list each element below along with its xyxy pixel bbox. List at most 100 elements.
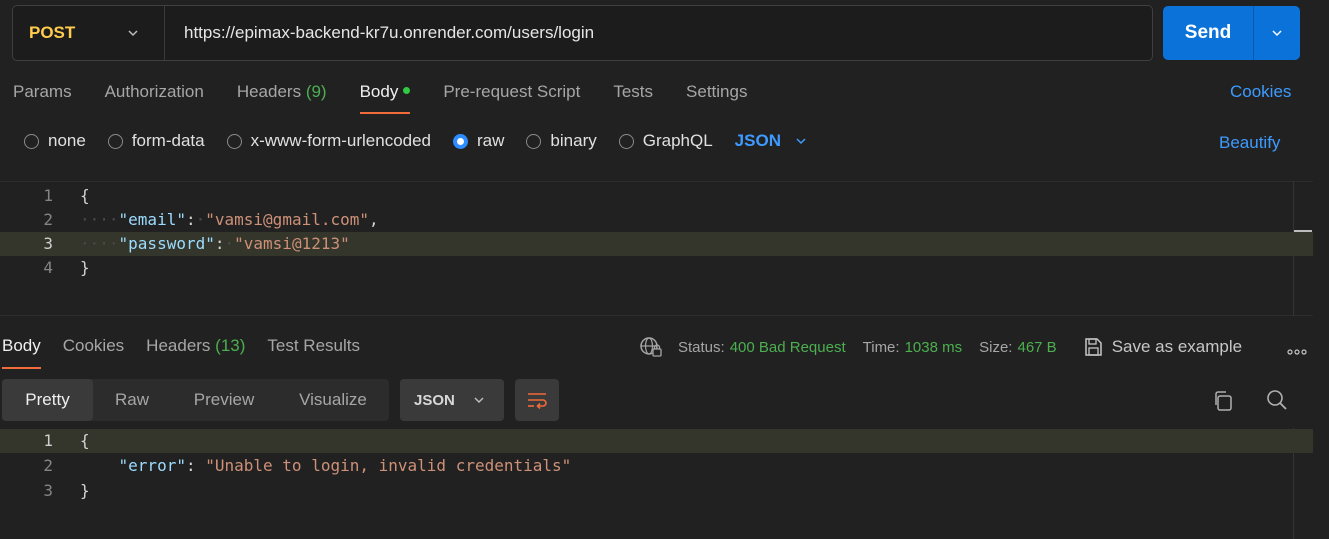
json-value: "vamsi@1213" [234, 234, 350, 253]
line-number: 2 [43, 456, 53, 475]
code-text: ····"email":·"vamsi@gmail.com", [80, 210, 379, 229]
radio-none[interactable]: none [24, 131, 86, 151]
radio-urlencoded[interactable]: x-www-form-urlencoded [226, 131, 432, 151]
radio-label: GraphQL [642, 131, 713, 150]
line-number: 1 [43, 431, 53, 450]
globe-lock-icon[interactable] [639, 336, 663, 358]
line-number: 3 [43, 481, 53, 500]
radio-selected-icon [453, 133, 469, 149]
radio-label: raw [477, 131, 505, 150]
tab-body[interactable]: Body [359, 82, 411, 114]
json-key: "email" [118, 210, 186, 229]
response-body-viewer[interactable]: 1 { 2 "error": "Unable to login, invalid… [0, 428, 1313, 539]
editor-scrollbar[interactable] [1293, 181, 1313, 316]
status-label: Status: [678, 338, 725, 356]
time-value[interactable]: 1038 ms [905, 339, 963, 356]
radio-graphql[interactable]: GraphQL [618, 131, 713, 151]
language-select[interactable]: JSON [735, 131, 807, 151]
radio-label: x-www-form-urlencoded [250, 131, 432, 150]
search-icon[interactable] [1266, 389, 1288, 416]
json-value: "Unable to login, invalid credentials" [205, 456, 572, 475]
radio-circle-icon [226, 133, 242, 149]
code-text: ····"password":·"vamsi@1213" [80, 234, 350, 253]
copy-icon[interactable] [1212, 390, 1234, 417]
request-tabs: Params Authorization Headers (9) Body Pr… [13, 82, 780, 114]
response-status-bar: Status: 400 Bad Request Time: 1038 ms Si… [639, 336, 1242, 358]
code-text: } [80, 481, 90, 500]
tab-pre-request-script[interactable]: Pre-request Script [443, 82, 580, 106]
radio-circle-icon [618, 133, 634, 149]
tab-response-headers-label: Headers [146, 336, 211, 355]
radio-raw[interactable]: raw [453, 131, 504, 151]
radio-circle-icon [526, 133, 542, 149]
radio-binary[interactable]: binary [526, 131, 597, 151]
radio-label: form-data [131, 131, 205, 150]
save-as-example-button[interactable]: Save as example [1083, 337, 1242, 357]
more-options-icon[interactable] [1287, 343, 1307, 361]
radio-label: binary [550, 131, 597, 150]
response-format-select[interactable]: JSON [400, 379, 504, 421]
send-options-button[interactable] [1254, 6, 1300, 60]
code-text: } [80, 258, 90, 277]
chevron-down-icon [1271, 27, 1283, 39]
tab-params[interactable]: Params [13, 82, 72, 106]
code-line-highlighted: 3 ····"password":·"vamsi@1213" [0, 232, 1313, 256]
line-number: 3 [43, 234, 53, 253]
line-number: 1 [43, 186, 53, 205]
radio-circle-icon [24, 133, 39, 149]
request-url-bar: POST https://epimax-backend-kr7u.onrende… [12, 5, 1153, 61]
json-value: "vamsi@gmail.com" [205, 210, 370, 229]
code-text: "error": "Unable to login, invalid crede… [118, 456, 572, 475]
tab-headers-label: Headers [236, 82, 302, 101]
code-line: 2 ····"email":·"vamsi@gmail.com", [0, 208, 1313, 232]
tab-response-cookies[interactable]: Cookies [63, 336, 124, 356]
size-value[interactable]: 467 B [1017, 339, 1056, 356]
view-pretty[interactable]: Pretty [2, 379, 93, 421]
modified-dot-icon [403, 87, 411, 95]
view-preview[interactable]: Preview [171, 379, 277, 421]
cookies-link[interactable]: Cookies [1230, 82, 1291, 102]
beautify-button[interactable]: Beautify [1219, 133, 1280, 153]
send-button-group: Send [1163, 6, 1300, 60]
save-icon [1084, 338, 1102, 356]
send-button[interactable]: Send [1163, 6, 1254, 60]
response-headers-count: (13) [215, 336, 246, 355]
wrap-lines-button[interactable] [515, 379, 559, 421]
json-key: "password" [118, 234, 215, 253]
tab-response-headers[interactable]: Headers (13) [146, 336, 245, 356]
response-scrollbar[interactable] [1293, 428, 1313, 539]
request-body-editor[interactable]: 1 { 2 ····"email":·"vamsi@gmail.com", 3 … [0, 181, 1313, 316]
code-text: { [80, 186, 90, 205]
url-input[interactable]: https://epimax-backend-kr7u.onrender.com… [165, 23, 594, 43]
tab-body-label: Body [359, 82, 399, 101]
headers-count: (9) [305, 82, 327, 101]
body-type-options: none form-data x-www-form-urlencoded raw… [24, 131, 807, 151]
wrap-lines-icon [528, 393, 547, 409]
method-label: POST [29, 23, 76, 42]
response-view-switcher: Pretty Raw Preview Visualize [2, 379, 389, 421]
tab-tests[interactable]: Tests [613, 82, 653, 106]
tab-authorization[interactable]: Authorization [105, 82, 204, 106]
radio-label: none [48, 131, 86, 150]
format-label: JSON [414, 391, 455, 409]
tab-settings[interactable]: Settings [686, 82, 747, 106]
status-value[interactable]: 400 Bad Request [730, 339, 846, 356]
radio-circle-icon [107, 133, 123, 149]
radio-form-data[interactable]: form-data [107, 131, 205, 151]
view-visualize[interactable]: Visualize [277, 379, 389, 421]
view-raw[interactable]: Raw [93, 379, 171, 421]
tab-test-results[interactable]: Test Results [267, 336, 360, 356]
chevron-down-icon [127, 27, 139, 39]
code-line: 4 } [0, 256, 1313, 280]
json-key: "error" [118, 456, 186, 475]
size-label: Size: [979, 338, 1013, 356]
time-label: Time: [862, 338, 900, 356]
code-line-highlighted: 1 { [0, 429, 1313, 453]
response-tabs: Body Cookies Headers (13) Test Results [2, 336, 382, 369]
line-number: 4 [43, 258, 53, 277]
chevron-down-icon [795, 135, 807, 147]
language-label: JSON [734, 131, 781, 150]
method-select[interactable]: POST [13, 6, 165, 60]
tab-response-body[interactable]: Body [2, 336, 41, 369]
tab-headers[interactable]: Headers (9) [237, 82, 327, 106]
